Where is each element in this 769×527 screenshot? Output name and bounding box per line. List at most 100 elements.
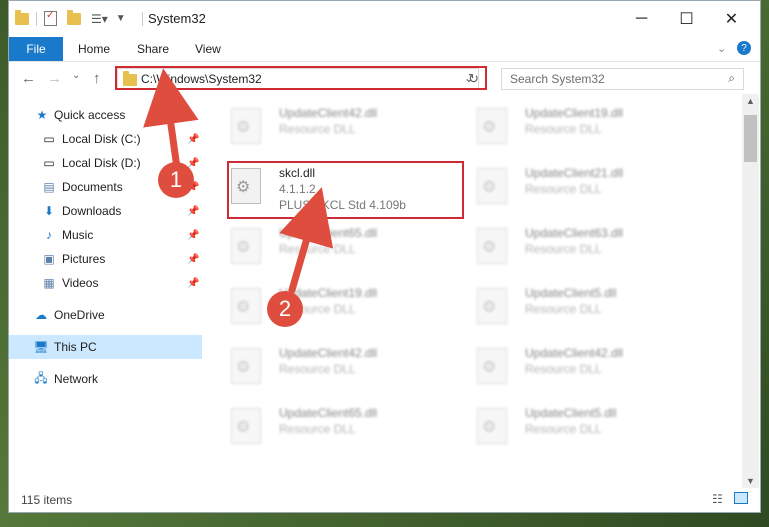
sidebar-item-label: Local Disk (C:) xyxy=(62,132,141,146)
list-item[interactable]: UpdateClient42.dll Resource DLL xyxy=(211,340,451,392)
ribbon: File Home Share View ⌄ ? xyxy=(9,37,760,62)
chevron-up-icon[interactable]: ▲ xyxy=(746,96,755,106)
downloads-icon: ⬇ xyxy=(43,204,55,218)
details-view-icon[interactable]: ☷ xyxy=(712,492,723,506)
chevron-down-icon[interactable]: ▼ xyxy=(746,476,755,486)
new-folder-icon[interactable] xyxy=(67,9,81,25)
navigation-pane: ★ Quick access ▭ Local Disk (C:) 📌 ▭ Loc… xyxy=(9,94,202,488)
sidebar-item-label: Local Disk (D:) xyxy=(62,156,141,170)
drive-icon: ▭ xyxy=(43,132,55,146)
dll-file-icon xyxy=(477,348,507,384)
file-type: Resource DLL xyxy=(279,362,356,376)
list-item[interactable]: UpdateClient42.dll Resource DLL xyxy=(457,340,697,392)
title-separator xyxy=(142,12,143,26)
pc-icon: 🖥 xyxy=(33,340,49,354)
customize-icon[interactable]: ☰▾ xyxy=(91,12,108,26)
dll-file-icon xyxy=(477,108,507,144)
search-input[interactable]: Search System32 ⌕ xyxy=(501,68,744,90)
network-icon: 🖧 xyxy=(34,370,48,385)
list-item[interactable]: UpdateClient5.dll Resource DLL xyxy=(457,280,697,332)
separator xyxy=(36,11,37,26)
file-type: Resource DLL xyxy=(525,122,602,136)
file-name: UpdateClient42.dll xyxy=(525,346,624,360)
file-type: Resource DLL xyxy=(279,242,356,256)
list-item[interactable]: UpdateClient21.dll Resource DLL xyxy=(457,160,697,212)
chevron-down-icon[interactable]: ⌄ xyxy=(72,70,80,81)
sidebar-item-label: Quick access xyxy=(54,108,126,122)
dll-file-icon xyxy=(477,228,507,264)
sidebar-item-downloads[interactable]: ⬇ Downloads 📌 xyxy=(9,199,202,223)
tab-share[interactable]: Share xyxy=(137,42,169,56)
dll-file-icon xyxy=(477,408,507,444)
file-name: UpdateClient65.dll xyxy=(279,226,378,240)
chevron-down-icon[interactable]: ⌄ xyxy=(717,42,726,55)
window-title: System32 xyxy=(148,11,206,26)
dll-file-icon xyxy=(231,108,261,144)
tab-view[interactable]: View xyxy=(195,42,221,56)
list-item[interactable]: UpdateClient63.dll Resource DLL xyxy=(457,220,697,272)
file-name: UpdateClient42.dll xyxy=(279,106,378,120)
close-button[interactable]: ✕ xyxy=(709,1,754,37)
list-item[interactable]: UpdateClient65.dll Resource DLL xyxy=(211,220,451,272)
cloud-icon: ☁ xyxy=(35,308,47,322)
pin-icon: 📌 xyxy=(187,253,200,265)
search-icon: ⌕ xyxy=(728,71,735,85)
sidebar-item-videos[interactable]: ▦ Videos 📌 xyxy=(9,271,202,295)
address-bar: ← → ⌄ ↑ C:\Windows\System32 ⌄ ↻ Search S… xyxy=(9,62,760,94)
drive-icon: ▭ xyxy=(43,156,55,170)
search-placeholder: Search System32 xyxy=(510,72,605,86)
scrollbar-thumb[interactable] xyxy=(744,115,757,162)
pin-icon: 📌 xyxy=(187,229,200,241)
list-item[interactable]: UpdateClient42.dll Resource DLL xyxy=(211,100,451,152)
dll-file-icon xyxy=(231,288,261,324)
documents-icon: ▤ xyxy=(43,180,55,194)
file-type: Resource DLL xyxy=(525,302,602,316)
minimize-button[interactable]: ─ xyxy=(619,1,664,37)
sidebar-item-network[interactable]: 🖧 Network xyxy=(9,367,202,391)
file-type: Resource DLL xyxy=(525,182,602,196)
properties-icon[interactable] xyxy=(44,10,57,26)
sidebar-item-quick-access[interactable]: ★ Quick access xyxy=(9,103,202,127)
vertical-scrollbar[interactable]: ▲ ▼ xyxy=(742,94,759,488)
file-name: UpdateClient5.dll xyxy=(525,406,617,420)
large-icons-view-icon[interactable] xyxy=(734,492,748,504)
pin-icon: 📌 xyxy=(187,133,200,145)
up-arrow-icon[interactable]: ↑ xyxy=(93,70,101,87)
file-name: UpdateClient5.dll xyxy=(525,286,617,300)
sidebar-item-pictures[interactable]: ▣ Pictures 📌 xyxy=(9,247,202,271)
quick-access-toolbar: ☰▾ ▼ xyxy=(15,9,126,26)
maximize-button[interactable]: ☐ xyxy=(664,1,709,37)
sidebar-item-onedrive[interactable]: ☁ OneDrive xyxy=(9,303,202,327)
sidebar-item-music[interactable]: ♪ Music 📌 xyxy=(9,223,202,247)
help-icon[interactable]: ? xyxy=(737,41,751,55)
sidebar-item-label: Network xyxy=(54,372,99,386)
file-name: UpdateClient42.dll xyxy=(279,346,378,360)
back-arrow-icon[interactable]: ← xyxy=(21,70,36,87)
step-2-badge: 2 xyxy=(267,291,303,327)
list-item[interactable]: UpdateClient19.dll Resource DLL xyxy=(457,100,697,152)
file-type: Resource DLL xyxy=(525,422,602,436)
list-item[interactable]: UpdateClient65.dll Resource DLL xyxy=(211,400,451,452)
sidebar-item-label: Downloads xyxy=(62,204,122,218)
chevron-down-icon[interactable]: ▼ xyxy=(116,13,126,24)
step-1-badge: 1 xyxy=(158,162,194,198)
sidebar-item-local-disk-c[interactable]: ▭ Local Disk (C:) 📌 xyxy=(9,127,202,151)
folder-icon xyxy=(15,9,29,25)
explorer-window: ☰▾ ▼ System32 ─ ☐ ✕ File Home Share View… xyxy=(8,0,761,513)
pin-icon: 📌 xyxy=(187,205,200,217)
file-name: UpdateClient21.dll xyxy=(525,166,624,180)
forward-arrow-icon[interactable]: → xyxy=(47,70,62,87)
list-item[interactable]: UpdateClient19.dll Resource DLL xyxy=(211,280,451,332)
item-count: 115 items xyxy=(21,493,73,507)
file-highlight-box xyxy=(227,161,464,219)
list-item[interactable]: UpdateClient5.dll Resource DLL xyxy=(457,400,697,452)
file-type: Resource DLL xyxy=(279,122,356,136)
tab-file[interactable]: File xyxy=(9,37,63,61)
sidebar-item-this-pc[interactable]: 🖥 This PC xyxy=(9,335,202,359)
tab-home[interactable]: Home xyxy=(78,42,110,56)
sidebar-item-label: This PC xyxy=(54,340,97,354)
sidebar-item-label: Music xyxy=(62,228,94,242)
dll-file-icon xyxy=(231,228,261,264)
file-name: UpdateClient19.dll xyxy=(525,106,624,120)
sidebar-item-label: OneDrive xyxy=(54,308,105,322)
